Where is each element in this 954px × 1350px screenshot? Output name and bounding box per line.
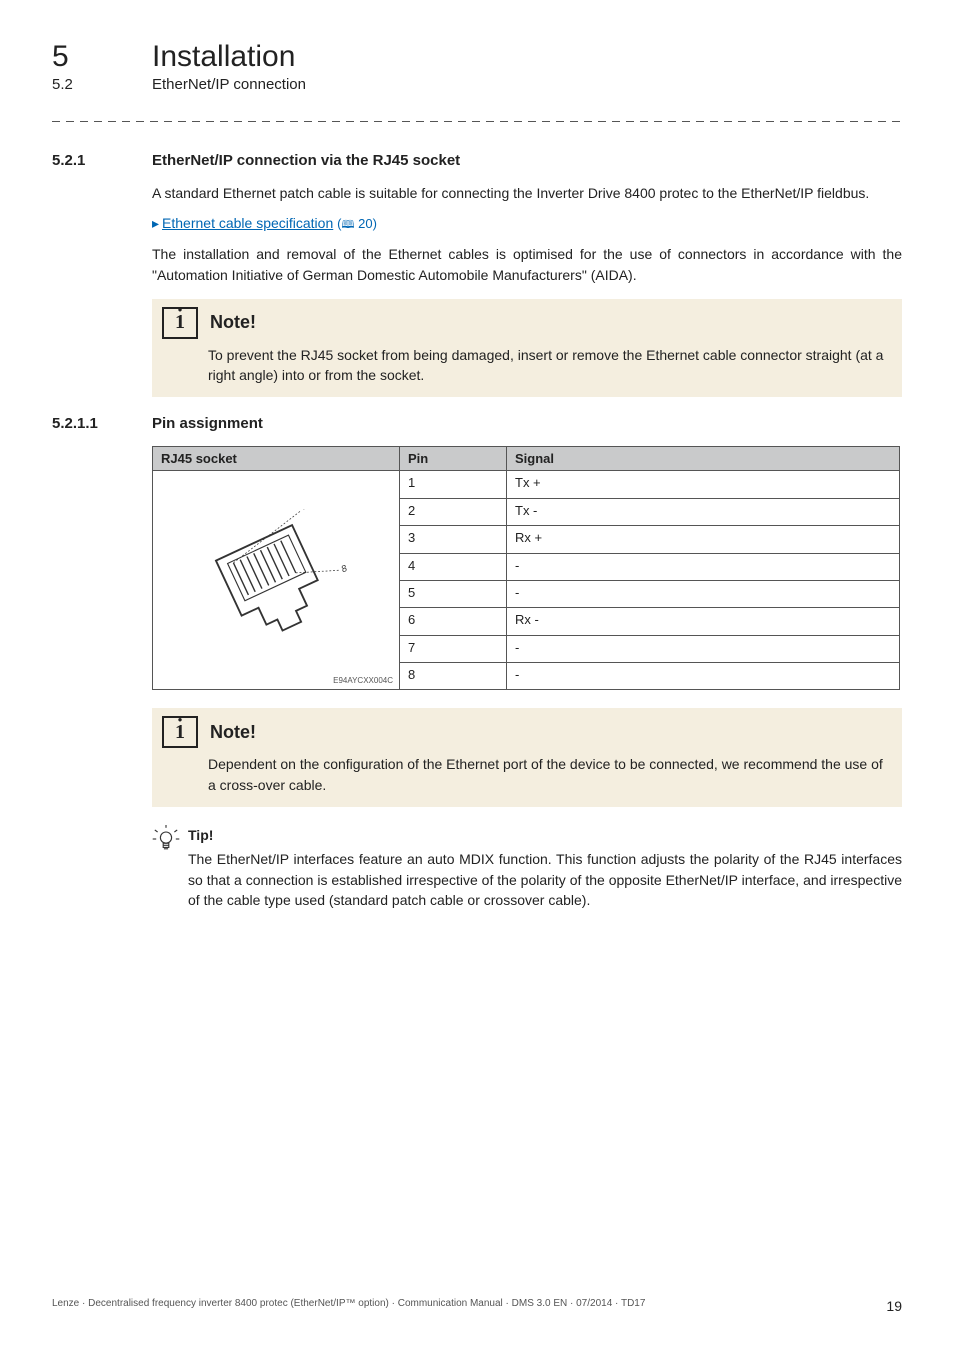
pin-cell: 4 [400, 553, 507, 580]
signal-cell: Tx + [507, 471, 900, 498]
body-paragraph: A standard Ethernet patch cable is suita… [152, 183, 902, 203]
page-number: 19 [886, 1298, 902, 1314]
signal-cell: Rx - [507, 608, 900, 635]
info-icon: 1 [162, 716, 198, 748]
cross-reference-link[interactable]: ▸Ethernet cable specification (🕮 20) [152, 213, 902, 234]
pin-cell: 2 [400, 498, 507, 525]
table-header-signal: Signal [507, 447, 900, 471]
subsubsection-title: Pin assignment [152, 415, 263, 432]
pin-cell: 5 [400, 580, 507, 607]
table-row: 1 8 E94AYCXX004C 1 Tx + [153, 471, 900, 498]
table-header-pin: Pin [400, 447, 507, 471]
signal-cell: - [507, 663, 900, 690]
body-paragraph: The installation and removal of the Ethe… [152, 244, 902, 285]
divider [52, 121, 902, 122]
signal-cell: Tx - [507, 498, 900, 525]
note-body: Dependent on the configuration of the Et… [152, 750, 902, 807]
subsection-number: 5.2.1 [52, 152, 152, 169]
chapter-number: 5 [52, 40, 152, 74]
subsubsection-number: 5.2.1.1 [52, 415, 152, 432]
image-label: E94AYCXX004C [333, 676, 393, 685]
note-title: Note! [210, 722, 256, 743]
footer-text: Lenze · Decentralised frequency inverter… [52, 1298, 645, 1314]
signal-cell: Rx + [507, 526, 900, 553]
rj45-socket-icon: 1 8 [201, 509, 351, 649]
link-text[interactable]: Ethernet cable specification [162, 215, 333, 231]
signal-cell: - [507, 580, 900, 607]
pin-cell: 7 [400, 635, 507, 662]
signal-cell: - [507, 553, 900, 580]
link-arrow-icon: ▸ [152, 215, 159, 231]
tip-title: Tip! [188, 825, 902, 845]
pin-cell: 1 [400, 471, 507, 498]
chapter-title: Installation [152, 40, 295, 74]
link-page-ref: (🕮 20) [337, 216, 377, 231]
tip-icon [152, 825, 188, 910]
pin-assignment-table: RJ45 socket Pin Signal [152, 446, 900, 690]
subsection-title: EtherNet/IP connection via the RJ45 sock… [152, 152, 460, 169]
section-number: 5.2 [52, 76, 152, 93]
note-callout: 1 Note! To prevent the RJ45 socket from … [152, 299, 902, 398]
pin-cell: 6 [400, 608, 507, 635]
signal-cell: - [507, 635, 900, 662]
note-callout: 1 Note! Dependent on the configuration o… [152, 708, 902, 807]
note-body: To prevent the RJ45 socket from being da… [152, 341, 902, 398]
rj45-socket-image-cell: 1 8 E94AYCXX004C [153, 471, 400, 690]
tip-body: The EtherNet/IP interfaces feature an au… [188, 851, 902, 908]
table-header-socket: RJ45 socket [153, 447, 400, 471]
section-title: EtherNet/IP connection [152, 76, 306, 93]
svg-text:1: 1 [300, 509, 309, 511]
pin-cell: 8 [400, 663, 507, 690]
svg-text:8: 8 [340, 563, 350, 575]
note-title: Note! [210, 312, 256, 333]
pin-cell: 3 [400, 526, 507, 553]
info-icon: 1 [162, 307, 198, 339]
